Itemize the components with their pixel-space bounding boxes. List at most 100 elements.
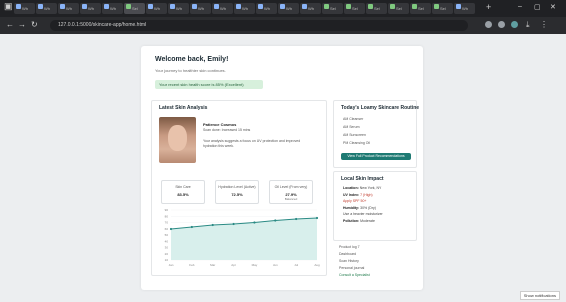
tab-favicon-icon (60, 4, 65, 9)
tab-label: Wh (264, 6, 270, 11)
analysis-name: Patience Cosmos (203, 122, 237, 127)
tab-label: Sel (418, 6, 424, 11)
tab-favicon-icon (368, 4, 373, 9)
tab-label: Sel (396, 6, 402, 11)
x-tick-label: Mar (210, 263, 215, 267)
x-tick-label: Jan (169, 263, 174, 267)
profile-avatar-icon[interactable] (511, 21, 518, 28)
tab-favicon-icon (324, 4, 329, 9)
routine-item: AM Sunscreen (343, 133, 366, 137)
x-tick-label: Jun (273, 263, 278, 267)
maximize-button[interactable]: ▢ (534, 3, 541, 11)
back-icon[interactable]: ← (6, 20, 14, 29)
tab-favicon-icon (236, 4, 241, 9)
data-point (232, 222, 235, 226)
tab-favicon-icon (82, 4, 87, 9)
tab-label: Wh (286, 6, 292, 11)
nav-link-dashboard[interactable]: Dashboard (339, 252, 356, 256)
browser-menu-icon[interactable]: ▣ (4, 1, 13, 12)
x-tick-label: Aug (314, 263, 320, 267)
analysis-note-1: Your analysis suggests a focus on UV pro… (203, 139, 301, 143)
tab-label: Wh (462, 6, 468, 11)
view-recommendations-button[interactable]: View Full Product Recommendations (341, 153, 411, 160)
y-tick-label: 80 (165, 214, 169, 218)
tab-label: Sel (440, 6, 446, 11)
settings-menu-icon[interactable]: ⋮ (540, 20, 548, 29)
analysis-title: Latest Skin Analysis (159, 105, 208, 111)
data-point (253, 221, 256, 224)
tab-favicon-icon (38, 4, 43, 9)
metric-label: Oil Level (From very) (274, 185, 308, 189)
tab-favicon-icon (434, 4, 439, 9)
data-point (190, 225, 193, 229)
x-tick-label: Jul (294, 263, 298, 267)
tab-label: Wh (198, 6, 204, 11)
tab-label: Wh (308, 6, 314, 11)
data-point (274, 219, 277, 222)
nav-link-consult-specialist[interactable]: Consult a Specialist (339, 273, 370, 277)
reload-icon[interactable]: ↻ (31, 20, 38, 29)
forward-icon[interactable]: → (18, 20, 26, 29)
analysis-note-2: hydration this week. (203, 144, 234, 148)
tab-favicon-icon (280, 4, 285, 9)
metric-label: Skin Care (175, 185, 191, 189)
tab-label: Sel (374, 6, 380, 11)
tab-favicon-icon (346, 4, 351, 9)
y-tick-label: 20 (165, 252, 169, 256)
tab-label: Wh (176, 6, 182, 11)
data-point (315, 216, 319, 220)
impact-line: Location: New York, NY (343, 186, 382, 190)
y-tick-label: 60 (165, 227, 169, 231)
tab-favicon-icon (104, 4, 109, 9)
data-point (211, 223, 214, 227)
metric-card-2: Hydration Level (Active) 72.5% (215, 180, 259, 204)
routine-item: AM Cleanser (343, 117, 364, 121)
browser-toolbar: ← → ↻ 127.0.0.1:5000/skincare-app/home.h… (0, 17, 566, 34)
tab-favicon-icon (258, 4, 263, 9)
impact-line: Use a heavier moisturizer (343, 212, 383, 216)
tab-label: Wh (242, 6, 248, 11)
tab-label: Wh (154, 6, 160, 11)
extension-icon[interactable] (485, 21, 492, 28)
new-tab-button[interactable]: + (486, 2, 491, 12)
tab-favicon-icon (192, 4, 197, 9)
tab-label: Wh (22, 6, 28, 11)
downloads-icon[interactable]: ⤓ (526, 20, 530, 30)
y-tick-label: 40 (165, 239, 169, 243)
close-window-button[interactable]: ✕ (550, 3, 556, 11)
tab-favicon-icon (170, 4, 175, 9)
impact-line: Pollution: Moderate (343, 219, 375, 223)
metric-label: Hydration Level (Active) (218, 185, 256, 189)
tab-label: Sel (132, 6, 138, 11)
nav-link-product-log[interactable]: Product log 7 (339, 245, 360, 249)
tab-favicon-icon (16, 4, 21, 9)
analysis-meta: Scan done: Increased 15 mins (203, 128, 251, 132)
nav-link-journal[interactable]: Personal journal (339, 266, 364, 270)
routine-item: AM Serum (343, 125, 360, 129)
y-tick-label: 10 (165, 258, 169, 262)
page-subtitle: Your journey to healthier skin continues… (155, 68, 226, 73)
puzzle-icon[interactable] (498, 21, 505, 28)
x-tick-label: Feb (189, 263, 195, 267)
nav-link-scan-history[interactable]: Scan History (339, 259, 359, 263)
tab-label: Wh (44, 6, 50, 11)
tab-label: Wh (220, 6, 226, 11)
routine-item: PM Cleansing Oil (343, 141, 371, 145)
impact-line: Humidity: 30% (Dry) (343, 206, 376, 210)
data-point (295, 217, 298, 221)
tab-favicon-icon (148, 4, 153, 9)
metric-sub: Balanced (284, 197, 298, 201)
y-tick-label: 50 (165, 233, 169, 237)
tab-favicon-icon (302, 4, 307, 9)
minimize-button[interactable]: – (518, 3, 522, 10)
metric-value: 83.5% (177, 192, 189, 197)
address-bar[interactable]: 127.0.0.1:5000/skincare-app/home.html (50, 20, 468, 31)
metric-value: 72.5% (231, 192, 243, 197)
notification-pill[interactable]: Show notifications (519, 291, 560, 300)
y-tick-label: 70 (165, 221, 169, 225)
data-point (169, 227, 173, 231)
tab-label: Wh (110, 6, 116, 11)
x-tick-label: Apr (231, 263, 236, 267)
skin-trend-chart: 90 80 70 60 50 40 30 20 10Jan Feb Mar Apr May Jun Jul A… (165, 208, 320, 267)
page-title: Welcome back, Emily! (155, 56, 229, 63)
